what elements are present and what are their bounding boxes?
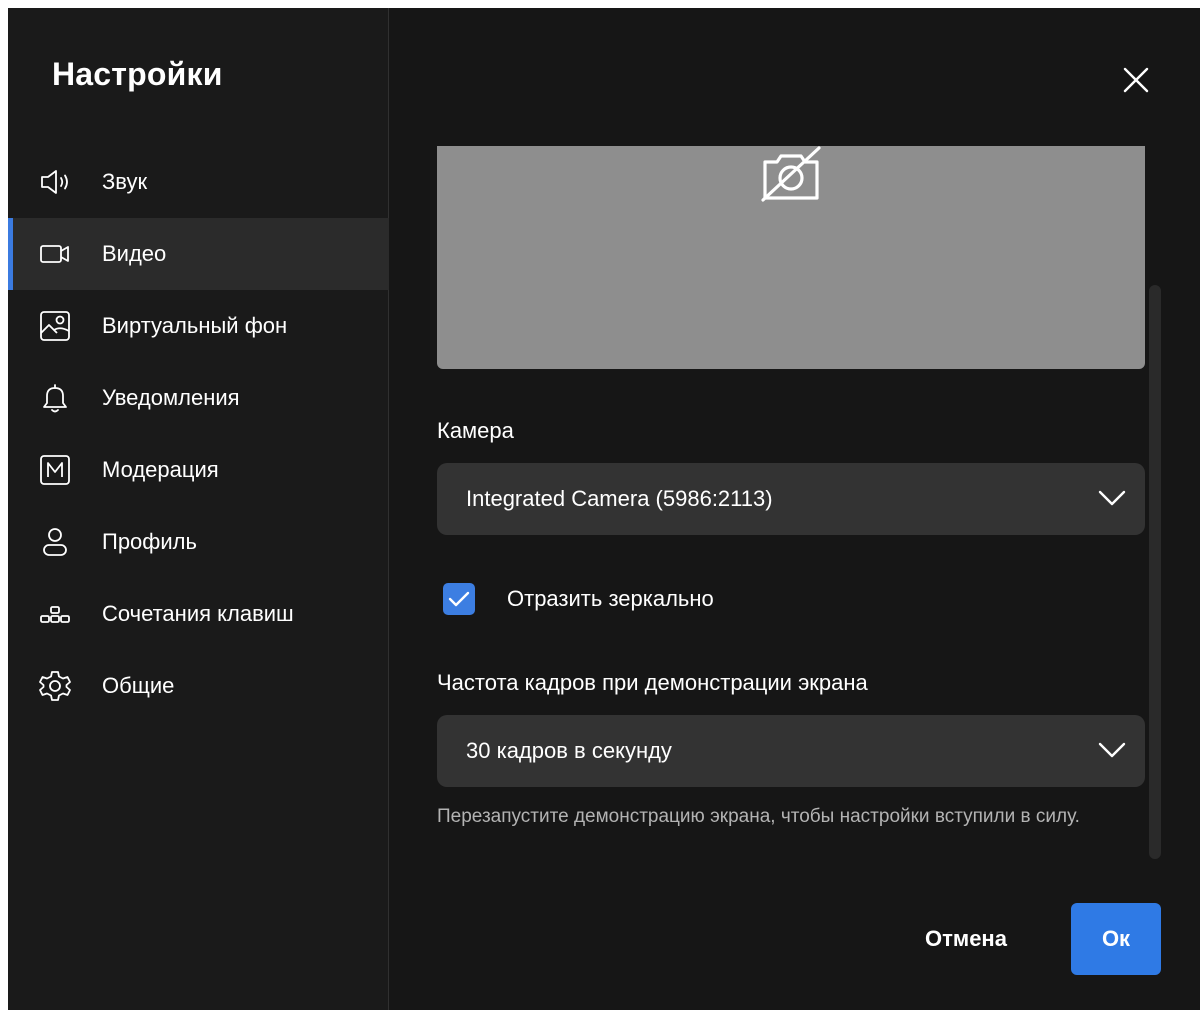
camera-select-value: Integrated Camera (5986:2113) [466,486,773,511]
sidebar-item-moderation[interactable]: Модерация [8,434,389,506]
sidebar-item-label: Уведомления [102,385,240,410]
user-icon [38,525,72,559]
chevron-down-icon [1098,490,1126,506]
keyboard-shortcuts-icon [38,597,72,631]
ok-button[interactable]: Ок [1071,903,1161,975]
close-icon [1123,67,1149,93]
sidebar-item-sound[interactable]: Звук [8,146,389,218]
sidebar-item-label: Видео [102,241,167,266]
sidebar-item-shortcuts[interactable]: Сочетания клавиш [8,578,389,650]
settings-dialog: Настройки Звук Видео Виртуальный фон Уве… [8,8,1200,1010]
scrollbar-thumb[interactable] [1149,285,1161,859]
camera-select[interactable]: Integrated Camera (5986:2113) [437,463,1145,535]
settings-sidebar: Настройки Звук Видео Виртуальный фон Уве… [8,8,389,1010]
moderation-m-icon [38,453,72,487]
sidebar-item-notifications[interactable]: Уведомления [8,362,389,434]
close-button[interactable] [1118,62,1154,98]
check-icon [448,591,470,607]
scrollbar[interactable] [1149,285,1161,859]
sidebar-item-label: Звук [102,169,148,194]
sidebar-item-label: Сочетания клавиш [102,601,294,626]
camera-label: Камера [437,418,514,443]
mirror-label: Отразить зеркально [507,586,714,611]
chevron-down-icon [1098,742,1126,758]
settings-title: Настройки [52,56,223,92]
sidebar-item-label: Общие [102,673,175,698]
gear-icon [38,669,72,703]
fps-select-value: 30 кадров в секунду [466,738,672,763]
cancel-button[interactable]: Отмена [900,913,1032,965]
video-preview [437,146,1145,369]
mirror-checkbox[interactable] [443,583,475,615]
camera-off-icon [761,146,821,202]
sidebar-item-general[interactable]: Общие [8,650,389,722]
sidebar-item-video[interactable]: Видео [8,218,389,290]
sidebar-item-label: Модерация [102,457,219,482]
fps-select[interactable]: 30 кадров в секунду [437,715,1145,787]
mirror-option: Отразить зеркально [443,583,714,615]
fps-label: Частота кадров при демонстрации экрана [437,670,868,695]
video-camera-icon [38,237,72,271]
sidebar-item-label: Профиль [102,529,197,554]
sidebar-item-profile[interactable]: Профиль [8,506,389,578]
speaker-icon [38,165,72,199]
sidebar-item-virtual-background[interactable]: Виртуальный фон [8,290,389,362]
bell-icon [38,381,72,415]
fps-hint: Перезапустите демонстрацию экрана, чтобы… [437,806,1080,827]
settings-nav: Звук Видео Виртуальный фон Уведомления М… [8,146,389,722]
sidebar-item-label: Виртуальный фон [102,313,288,338]
image-person-icon [38,309,72,343]
